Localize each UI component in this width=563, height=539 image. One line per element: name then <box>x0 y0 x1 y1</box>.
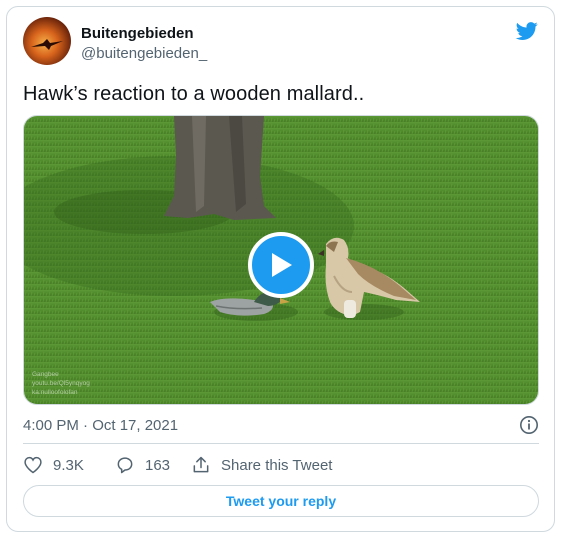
watermark-line: ka:nulloofolofan <box>32 389 78 396</box>
tweet-card: Buitengebieden @buitengebieden_ Hawk’s r… <box>6 6 555 532</box>
watermark-line: Gangbee <box>32 371 59 378</box>
tweet-your-reply-button[interactable]: Tweet your reply <box>23 485 539 517</box>
tweet-timestamp[interactable]: 4:00 PM · Oct 17, 2021 <box>23 417 178 434</box>
like-button[interactable]: 9.3K <box>23 455 84 475</box>
twitter-bird-icon[interactable] <box>514 20 540 42</box>
avatar[interactable] <box>23 17 71 65</box>
play-icon <box>272 253 292 277</box>
video-watermark: Gangbee youtu.be/Ql5ynqyog ka:nulloofolo… <box>32 370 90 397</box>
reply-count: 163 <box>145 456 171 474</box>
avatar-image <box>23 17 71 65</box>
heart-icon <box>24 456 42 474</box>
reply-action-button[interactable]: 163 <box>115 455 170 475</box>
share-label: Share this Tweet <box>221 456 333 474</box>
play-button[interactable] <box>248 232 314 298</box>
share-upload-icon <box>193 456 209 473</box>
tweet-text: Hawk’s reaction to a wooden mallard.. <box>23 83 365 105</box>
divider <box>23 443 539 444</box>
author-display-name[interactable]: Buitengebieden <box>81 25 194 42</box>
video-player[interactable]: Gangbee youtu.be/Ql5ynqyog ka:nulloofolo… <box>23 115 539 405</box>
timestamp-row: 4:00 PM · Oct 17, 2021 <box>23 415 539 437</box>
like-count: 9.3K <box>53 456 84 474</box>
share-button[interactable]: Share this Tweet <box>191 455 332 475</box>
speech-bubble-icon <box>117 457 133 474</box>
author-handle[interactable]: @buitengebieden_ <box>81 45 207 62</box>
info-icon[interactable] <box>519 415 539 435</box>
watermark-line: youtu.be/Ql5ynqyog <box>32 380 90 387</box>
tweet-actions: 9.3K 163 Share this Tweet <box>23 455 539 477</box>
